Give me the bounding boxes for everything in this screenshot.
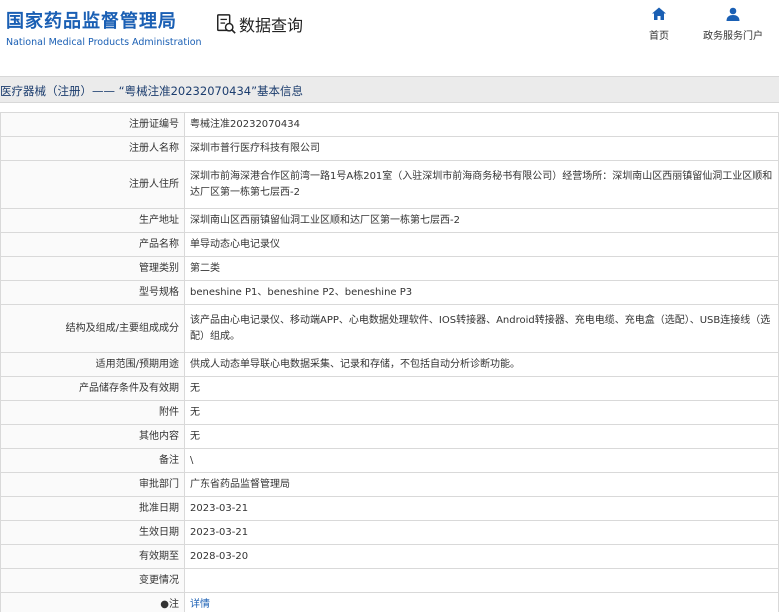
row-value: \	[184, 448, 779, 473]
table-row: 注册人住所 深圳市前海深港合作区前湾一路1号A栋201室（入驻深圳市前海商务秘书…	[0, 160, 779, 209]
row-label: 注册人住所	[0, 160, 185, 209]
record-title: 医疗器械（注册）—— “粤械注准20232070434”基本信息	[0, 84, 304, 98]
site-logo[interactable]: 国家药品监督管理局 National Medical Products Admi…	[6, 7, 202, 48]
table-row: 其他内容 无	[0, 424, 779, 449]
row-label: 变更情况	[0, 568, 185, 593]
row-label: 注	[169, 598, 179, 610]
table-row: 变更情况	[0, 568, 779, 593]
table-row: 管理类别 第二类	[0, 256, 779, 281]
row-label: 有效期至	[0, 544, 185, 569]
logo-chinese: 国家药品监督管理局	[6, 11, 177, 32]
table-row: 备注 \	[0, 448, 779, 473]
row-label: 生效日期	[0, 520, 185, 545]
row-label: 附件	[0, 400, 185, 425]
record-title-bar: 医疗器械（注册）—— “粤械注准20232070434”基本信息	[0, 76, 779, 103]
table-row: 生效日期 2023-03-21	[0, 520, 779, 545]
row-value: 2028-03-20	[184, 544, 779, 569]
row-value: 单导动态心电记录仪	[184, 232, 779, 257]
data-query-label: 数据查询	[239, 16, 304, 35]
note-pin-icon: ●	[160, 598, 169, 610]
row-label: 注册人名称	[0, 136, 185, 161]
row-value: 深圳市普行医疗科技有限公司	[184, 136, 779, 161]
row-label: 产品名称	[0, 232, 185, 257]
row-value: 第二类	[184, 256, 779, 281]
home-icon	[652, 7, 666, 20]
data-query-icon	[217, 14, 236, 34]
detail-table: 注册证编号 粤械注准20232070434 注册人名称 深圳市普行医疗科技有限公…	[0, 112, 779, 612]
row-value: 无	[184, 400, 779, 425]
row-value: 供成人动态单导联心电数据采集、记录和存储，不包括自动分析诊断功能。	[184, 352, 779, 377]
table-row: 型号规格 beneshine P1、beneshine P2、beneshine…	[0, 280, 779, 305]
row-value: beneshine P1、beneshine P2、beneshine P3	[184, 280, 779, 305]
row-label: 结构及组成/主要组成成分	[0, 304, 185, 353]
table-row: 产品储存条件及有效期 无	[0, 376, 779, 401]
nav-home[interactable]: 首页	[649, 6, 669, 42]
row-label: 生产地址	[0, 208, 185, 233]
nav-service-portal[interactable]: 政务服务门户	[703, 6, 763, 42]
row-value: 深圳市前海深港合作区前湾一路1号A栋201室（入驻深圳市前海商务秘书有限公司）经…	[184, 160, 779, 209]
note-label-cell: ●注	[0, 592, 185, 612]
row-value: 2023-03-21	[184, 496, 779, 521]
user-icon	[726, 7, 740, 21]
table-row: ●注 详情	[0, 592, 779, 612]
row-label: 型号规格	[0, 280, 185, 305]
row-value: 无	[184, 376, 779, 401]
row-value: 2023-03-21	[184, 520, 779, 545]
table-row: 生产地址 深圳南山区西丽镇留仙洞工业区顺和达厂区第一栋第七层西-2	[0, 208, 779, 233]
table-row: 有效期至 2028-03-20	[0, 544, 779, 569]
table-row: 附件 无	[0, 400, 779, 425]
table-row: 审批部门 广东省药品监督管理局	[0, 472, 779, 497]
row-label: 其他内容	[0, 424, 185, 449]
row-value: 广东省药品监督管理局	[184, 472, 779, 497]
row-value: 深圳南山区西丽镇留仙洞工业区顺和达厂区第一栋第七层西-2	[184, 208, 779, 233]
row-label: 批准日期	[0, 496, 185, 521]
row-value: 无	[184, 424, 779, 449]
row-label: 备注	[0, 448, 185, 473]
site-header: 国家药品监督管理局 National Medical Products Admi…	[0, 0, 779, 62]
row-value	[184, 568, 779, 593]
table-row: 产品名称 单导动态心电记录仪	[0, 232, 779, 257]
table-row: 注册证编号 粤械注准20232070434	[0, 112, 779, 137]
logo-english: National Medical Products Administration	[6, 37, 202, 48]
nav-service-label: 政务服务门户	[703, 31, 763, 42]
data-query-heading: 数据查询	[215, 12, 303, 36]
table-row: 结构及组成/主要组成成分 该产品由心电记录仪、移动端APP、心电数据处理软件、I…	[0, 304, 779, 353]
row-label: 管理类别	[0, 256, 185, 281]
row-label: 注册证编号	[0, 112, 185, 137]
details-link[interactable]: 详情	[190, 599, 210, 610]
row-value: 粤械注准20232070434	[184, 112, 779, 137]
note-value-cell: 详情	[184, 592, 779, 612]
nav-home-label: 首页	[649, 31, 669, 42]
row-label: 适用范围/预期用途	[0, 352, 185, 377]
row-label: 产品储存条件及有效期	[0, 376, 185, 401]
table-row: 适用范围/预期用途 供成人动态单导联心电数据采集、记录和存储，不包括自动分析诊断…	[0, 352, 779, 377]
table-row: 批准日期 2023-03-21	[0, 496, 779, 521]
table-row: 注册人名称 深圳市普行医疗科技有限公司	[0, 136, 779, 161]
row-label: 审批部门	[0, 472, 185, 497]
row-value: 该产品由心电记录仪、移动端APP、心电数据处理软件、IOS转接器、Android…	[184, 304, 779, 353]
